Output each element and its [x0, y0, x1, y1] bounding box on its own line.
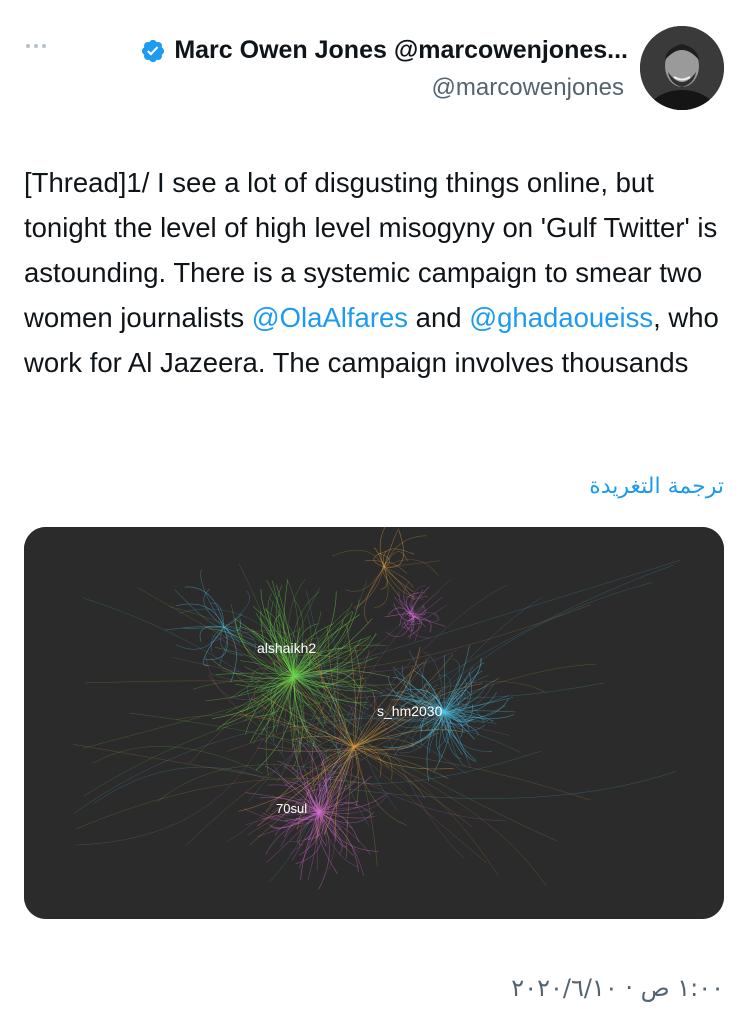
mention-olaalfares[interactable]: @OlaAlfares [252, 302, 408, 333]
node-label-70sul: 70sul [276, 801, 307, 816]
node-label-s-hm2030: s_hm2030 [377, 703, 443, 719]
node-label-alshaikh2: alshaikh2 [257, 640, 316, 656]
more-options-icon[interactable] [26, 40, 54, 52]
tweet-text: [Thread]1/ I see a lot of disgusting thi… [24, 160, 724, 385]
author-handle[interactable]: @marcowenjones [432, 74, 624, 102]
avatar[interactable] [640, 26, 724, 110]
verified-badge-icon [142, 39, 165, 62]
translate-tweet-link[interactable]: ترجمة التغريدة [589, 474, 724, 499]
author-name-row[interactable]: Marc Owen Jones @marcowenjones... [140, 36, 628, 65]
tweet-timestamp[interactable]: ١:٠٠ ص · ٢٠٢٠/٦/١٠ [511, 974, 724, 1002]
tweet-header: Marc Owen Jones @marcowenjones... @marco… [88, 30, 628, 110]
author-name[interactable]: Marc Owen Jones @marcowenjones... [174, 36, 628, 65]
network-graph-image[interactable]: alshaikh2 s_hm2030 70sul [24, 527, 724, 919]
tweet-text-and: and [408, 302, 470, 333]
network-graph: alshaikh2 s_hm2030 70sul [24, 527, 724, 919]
mention-ghadaoueiss[interactable]: @ghadaoueiss [469, 302, 653, 333]
